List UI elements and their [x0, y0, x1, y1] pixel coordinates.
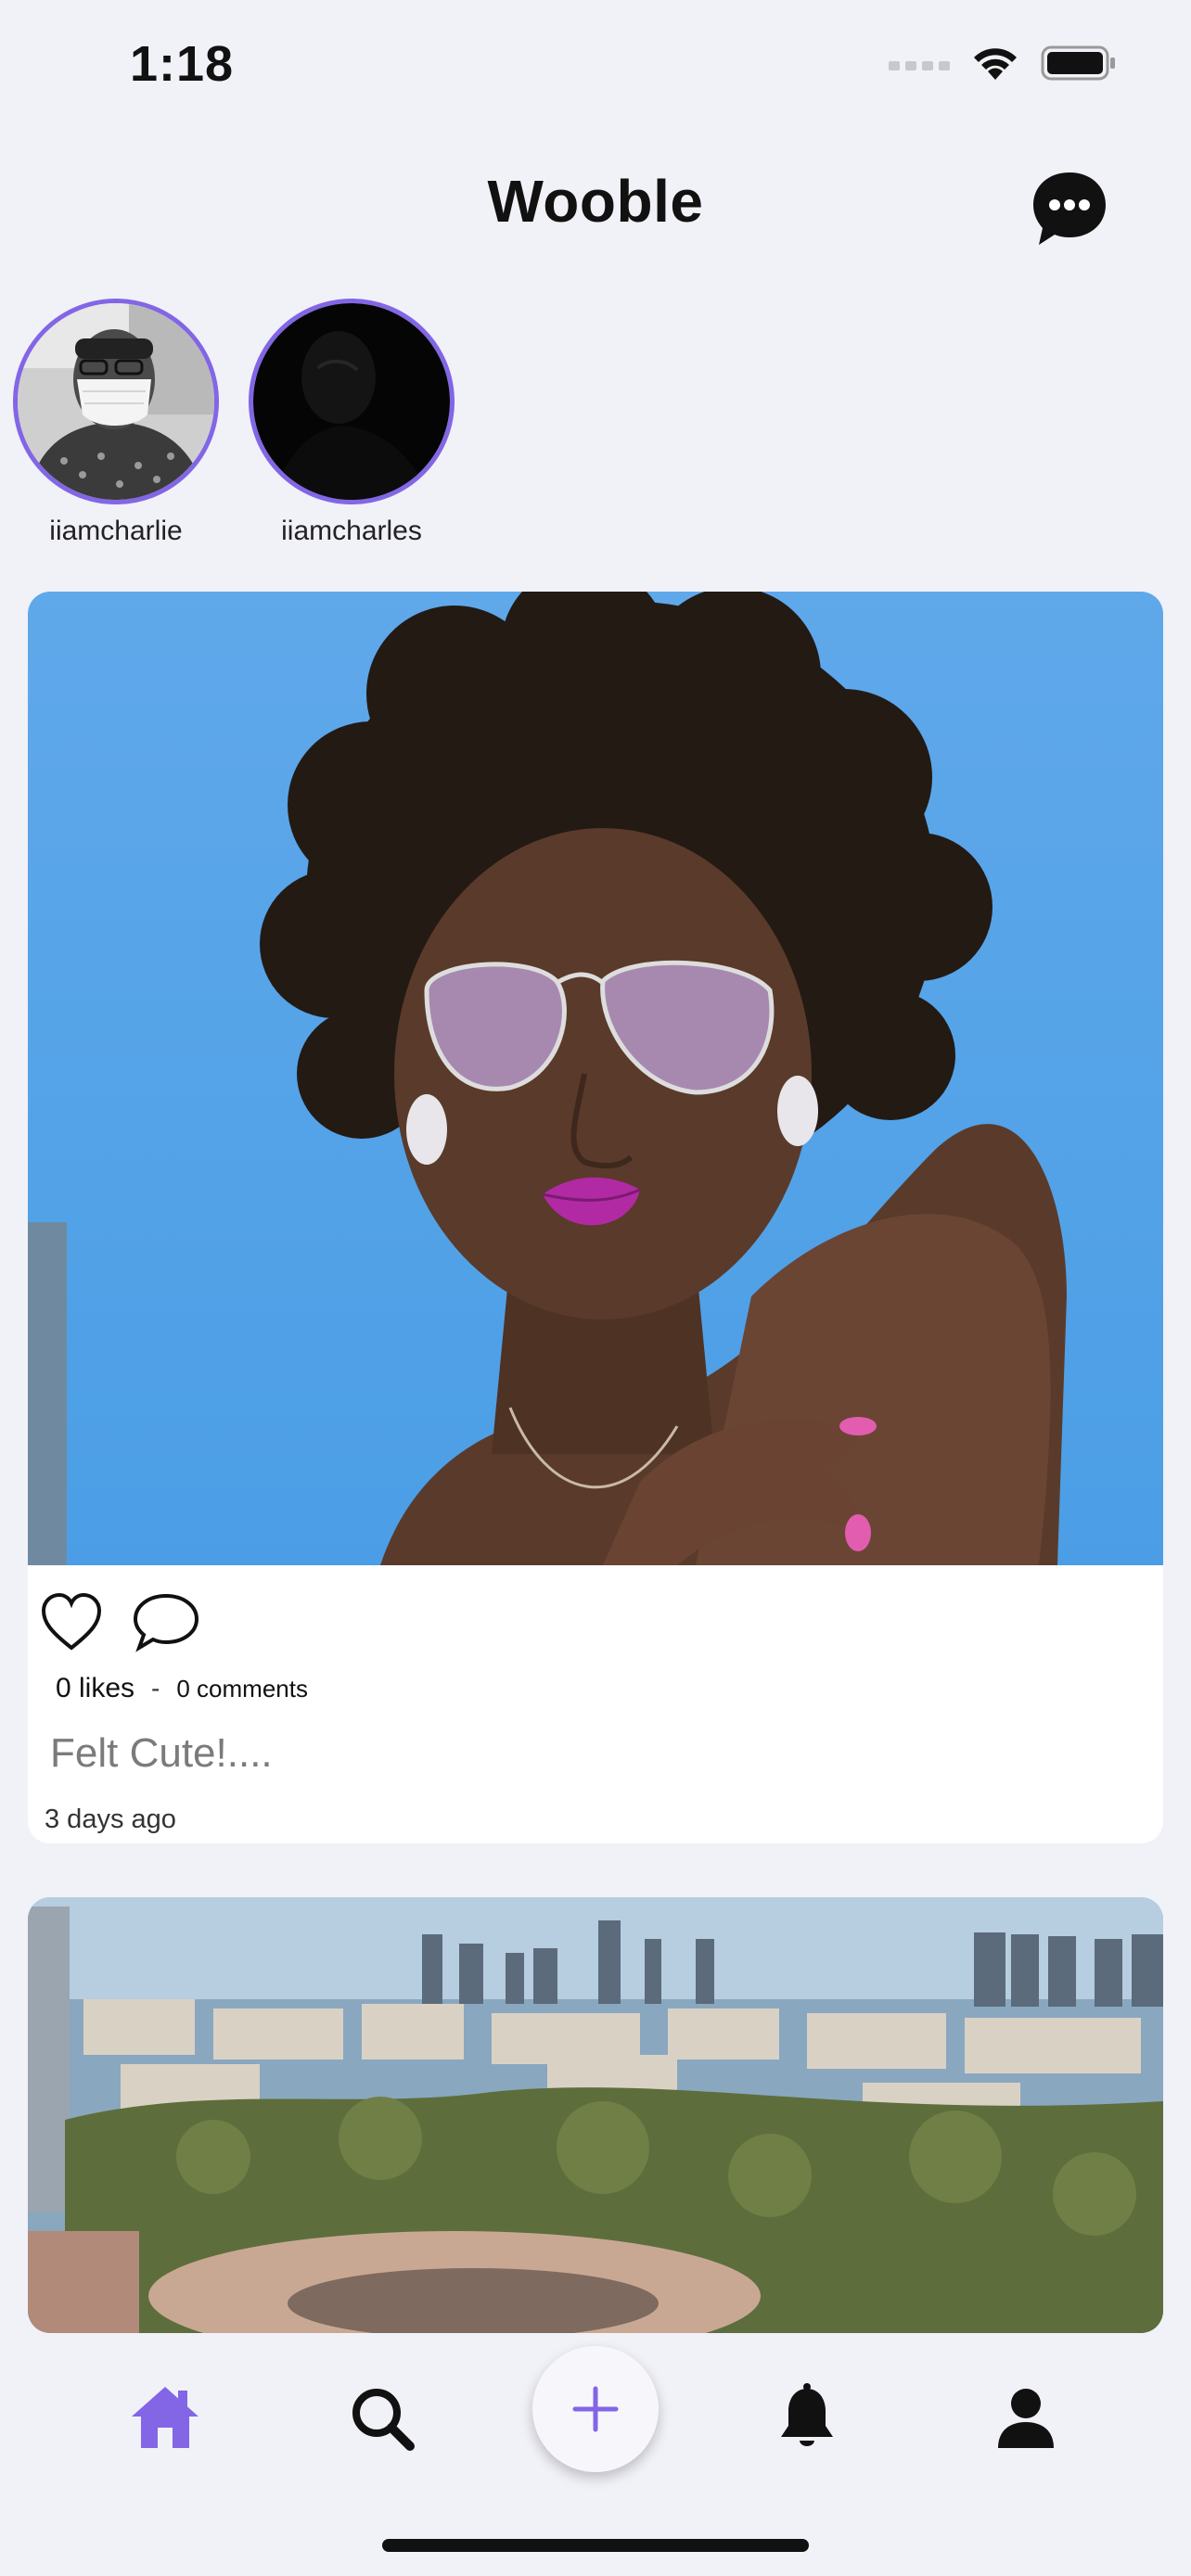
story-username: iiamcharles — [281, 516, 422, 546]
status-time: 1:18 — [130, 36, 235, 92]
status-icons — [889, 45, 1117, 82]
app-screen: 1:18 Wooble iiamcharlie iiamcharles 0 li… — [0, 0, 1191, 2576]
plus-icon — [572, 2386, 619, 2432]
comments-count[interactable]: 0 comments — [176, 1675, 308, 1703]
post-timestamp: 3 days ago — [45, 1804, 176, 1834]
post-actions — [28, 1565, 1163, 1662]
post-image[interactable] — [28, 1897, 1163, 2333]
post-card: 0 likes - 0 comments Felt Cute!.... 3 da… — [28, 592, 1163, 1843]
nav-notifications[interactable] — [770, 2381, 844, 2455]
story-avatar[interactable] — [249, 299, 455, 504]
post-image[interactable] — [28, 592, 1163, 1565]
post-card — [28, 1897, 1163, 2333]
story-avatar[interactable] — [13, 299, 219, 504]
wifi-icon — [974, 48, 1017, 80]
avatar-photo-masked-man — [18, 303, 214, 500]
story-item[interactable]: iiamcharles — [249, 299, 455, 547]
app-title: Wooble — [487, 168, 704, 235]
meta-separator: - — [151, 1674, 160, 1702]
home-icon — [132, 2387, 198, 2448]
comment-button[interactable] — [132, 1590, 199, 1655]
stories-row: iiamcharlie iiamcharles — [13, 299, 455, 547]
nav-home[interactable] — [128, 2381, 202, 2455]
create-post-button[interactable] — [532, 2346, 659, 2472]
post-caption: Felt Cute!.... — [50, 1730, 273, 1776]
likes-count[interactable]: 0 likes — [56, 1673, 134, 1704]
nav-profile[interactable] — [989, 2381, 1063, 2455]
heart-icon — [41, 1592, 102, 1651]
nav-search[interactable] — [345, 2381, 419, 2455]
cellular-signal-icon — [889, 61, 950, 70]
messages-button[interactable] — [1030, 169, 1109, 249]
story-item[interactable]: iiamcharlie — [13, 299, 219, 547]
story-username: iiamcharlie — [49, 516, 183, 546]
profile-icon — [998, 2389, 1054, 2448]
search-icon — [352, 2389, 415, 2451]
comment-icon — [133, 1593, 199, 1652]
like-button[interactable] — [39, 1590, 104, 1655]
battery-icon — [1041, 45, 1115, 81]
bell-icon — [781, 2383, 833, 2446]
chat-bubble-icon — [1033, 172, 1106, 245]
post-meta: 0 likes - 0 comments — [28, 1673, 1163, 1704]
home-indicator[interactable] — [382, 2539, 809, 2552]
avatar-photo-dark-silhouette — [253, 303, 450, 500]
